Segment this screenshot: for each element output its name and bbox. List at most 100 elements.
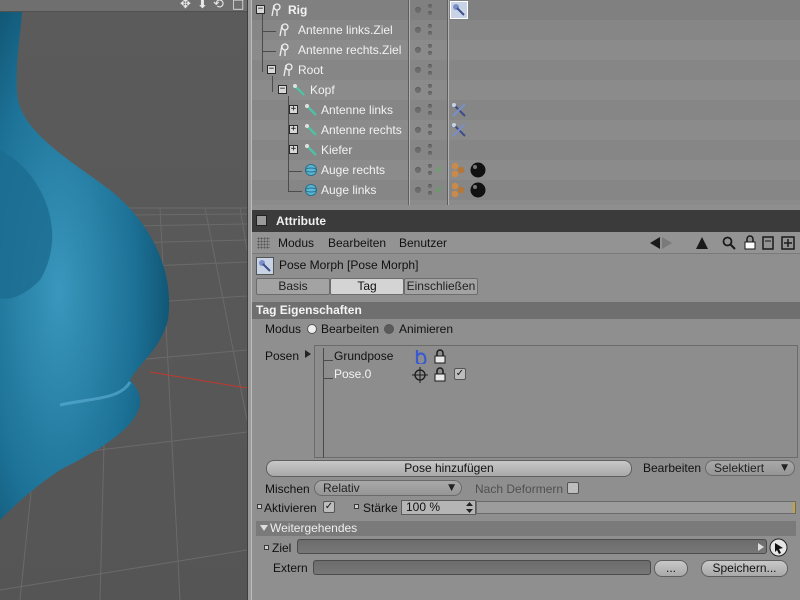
mischen-dropdown[interactable]: Relativ ▼ — [314, 480, 462, 496]
render-visibility-dot[interactable] — [428, 31, 432, 35]
expand-toggle[interactable]: + — [289, 105, 298, 114]
ik-tag-icon[interactable] — [450, 121, 468, 139]
3d-viewport[interactable]: ✥ ⬇ ⟲ □ — [0, 0, 247, 600]
radio-animieren[interactable] — [384, 324, 394, 334]
material-tag-icon[interactable] — [469, 161, 487, 179]
editor-visibility-dot[interactable] — [415, 187, 421, 193]
render-visibility-dot[interactable] — [428, 111, 432, 115]
render-visibility-dot[interactable] — [428, 11, 432, 15]
menu-modus[interactable]: Modus — [278, 236, 314, 250]
tab-tag[interactable]: Tag — [330, 278, 404, 295]
editor-visibility-dot[interactable] — [415, 7, 421, 13]
render-visibility-dot[interactable] — [428, 71, 432, 75]
lock-icon[interactable] — [434, 349, 446, 364]
render-visibility-dot[interactable] — [428, 151, 432, 155]
joint-icon — [305, 104, 317, 116]
radio-bearbeiten[interactable] — [307, 324, 317, 334]
collapse-toggle[interactable]: − — [267, 65, 276, 74]
nach-deformern-checkbox[interactable] — [567, 482, 579, 494]
link-arrow-icon[interactable] — [758, 543, 764, 551]
enabled-check-icon[interactable]: ✓ — [435, 163, 444, 176]
radio-animieren-label[interactable]: Animieren — [399, 322, 453, 336]
pick-cursor-icon[interactable] — [769, 538, 788, 557]
staerke-input[interactable]: 100 % — [401, 500, 476, 515]
render-visibility-dot[interactable] — [428, 124, 432, 128]
staerke-slider[interactable] — [476, 501, 796, 514]
collapse-arrow-icon[interactable] — [260, 525, 268, 531]
radio-bearbeiten-label[interactable]: Bearbeiten — [321, 322, 379, 336]
move-view-icon[interactable]: ✥ — [180, 0, 191, 12]
history-lock-icon[interactable] — [762, 236, 774, 250]
pose-list[interactable]: Grundpose Pose.0 ✓ — [314, 345, 798, 458]
editor-visibility-dot[interactable] — [415, 27, 421, 33]
collapse-toggle[interactable]: − — [256, 5, 265, 14]
pose-enabled-checkbox[interactable]: ✓ — [454, 368, 466, 380]
render-visibility-dot[interactable] — [428, 51, 432, 55]
browse-button[interactable]: ... — [654, 560, 688, 577]
editor-visibility-dot[interactable] — [415, 167, 421, 173]
editor-visibility-dot[interactable] — [415, 47, 421, 53]
menu-bearbeiten[interactable]: Bearbeiten — [328, 236, 386, 250]
pose-morph-tag-icon[interactable] — [450, 1, 468, 19]
animation-dot[interactable] — [264, 545, 269, 550]
maximize-icon[interactable]: □ — [232, 0, 244, 12]
expand-toggle[interactable]: + — [289, 145, 298, 154]
slider-handle[interactable] — [793, 502, 795, 513]
editor-visibility-dot[interactable] — [415, 147, 421, 153]
editor-visibility-dot[interactable] — [415, 67, 421, 73]
search-icon[interactable] — [722, 236, 736, 250]
expand-arrow-icon[interactable] — [305, 350, 311, 358]
speichern-button[interactable]: Speichern... — [701, 560, 788, 577]
editor-visibility-dot[interactable] — [415, 87, 421, 93]
animation-dot[interactable] — [354, 504, 359, 509]
render-visibility-dot[interactable] — [428, 184, 432, 188]
up-arrow-icon[interactable] — [696, 237, 708, 249]
expand-toggle[interactable]: + — [289, 125, 298, 134]
tab-einschliessen[interactable]: Einschließen — [404, 278, 478, 295]
render-visibility-dot[interactable] — [428, 84, 432, 88]
render-visibility-dot[interactable] — [428, 144, 432, 148]
render-visibility-dot[interactable] — [428, 164, 432, 168]
menu-benutzer[interactable]: Benutzer — [399, 236, 447, 250]
render-visibility-dot[interactable] — [428, 104, 432, 108]
add-pose-button[interactable]: Pose hinzufügen — [266, 460, 632, 477]
lock-icon[interactable] — [434, 367, 446, 382]
object-label: Kopf — [310, 83, 335, 97]
render-visibility-dot[interactable] — [428, 91, 432, 95]
lock-icon[interactable] — [744, 235, 756, 250]
object-row[interactable] — [252, 60, 800, 80]
dolly-icon[interactable]: ⬇ — [197, 0, 208, 12]
tab-basis[interactable]: Basis — [256, 278, 330, 295]
pose-item[interactable]: Pose.0 — [334, 367, 371, 381]
editor-visibility-dot[interactable] — [415, 107, 421, 113]
collapse-toggle[interactable]: − — [278, 85, 287, 94]
target-icon[interactable] — [412, 367, 428, 383]
render-visibility-dot[interactable] — [428, 171, 432, 175]
new-panel-icon[interactable] — [781, 236, 795, 250]
ik-tag-icon[interactable] — [450, 101, 468, 119]
extern-path-field[interactable] — [313, 560, 651, 575]
aktivieren-checkbox[interactable]: ✓ — [323, 501, 335, 513]
bearbeiten-dropdown[interactable]: Selektiert ▼ — [705, 460, 795, 476]
editor-visibility-dot[interactable] — [415, 127, 421, 133]
enabled-check-icon[interactable]: ✓ — [435, 183, 444, 196]
ziel-link-field[interactable] — [297, 539, 767, 554]
texture-tag-icon[interactable] — [450, 161, 468, 179]
stepper-arrows-icon[interactable] — [466, 502, 473, 513]
collapsible-header[interactable]: Weitergehendes — [256, 521, 796, 536]
back-forward-icon[interactable] — [650, 237, 684, 249]
render-visibility-dot[interactable] — [428, 131, 432, 135]
render-visibility-dot[interactable] — [428, 191, 432, 195]
object-row-rig[interactable] — [252, 0, 800, 20]
animation-dot[interactable] — [257, 504, 262, 509]
panel-menu-icon[interactable] — [256, 215, 267, 226]
material-tag-icon[interactable] — [469, 181, 487, 199]
pose-item[interactable]: Grundpose — [334, 349, 393, 363]
render-visibility-dot[interactable] — [428, 44, 432, 48]
render-visibility-dot[interactable] — [428, 4, 432, 8]
rotate-view-icon[interactable]: ⟲ — [213, 0, 224, 12]
render-visibility-dot[interactable] — [428, 24, 432, 28]
render-visibility-dot[interactable] — [428, 64, 432, 68]
texture-tag-icon[interactable] — [450, 181, 468, 199]
grip-icon[interactable] — [257, 237, 270, 249]
